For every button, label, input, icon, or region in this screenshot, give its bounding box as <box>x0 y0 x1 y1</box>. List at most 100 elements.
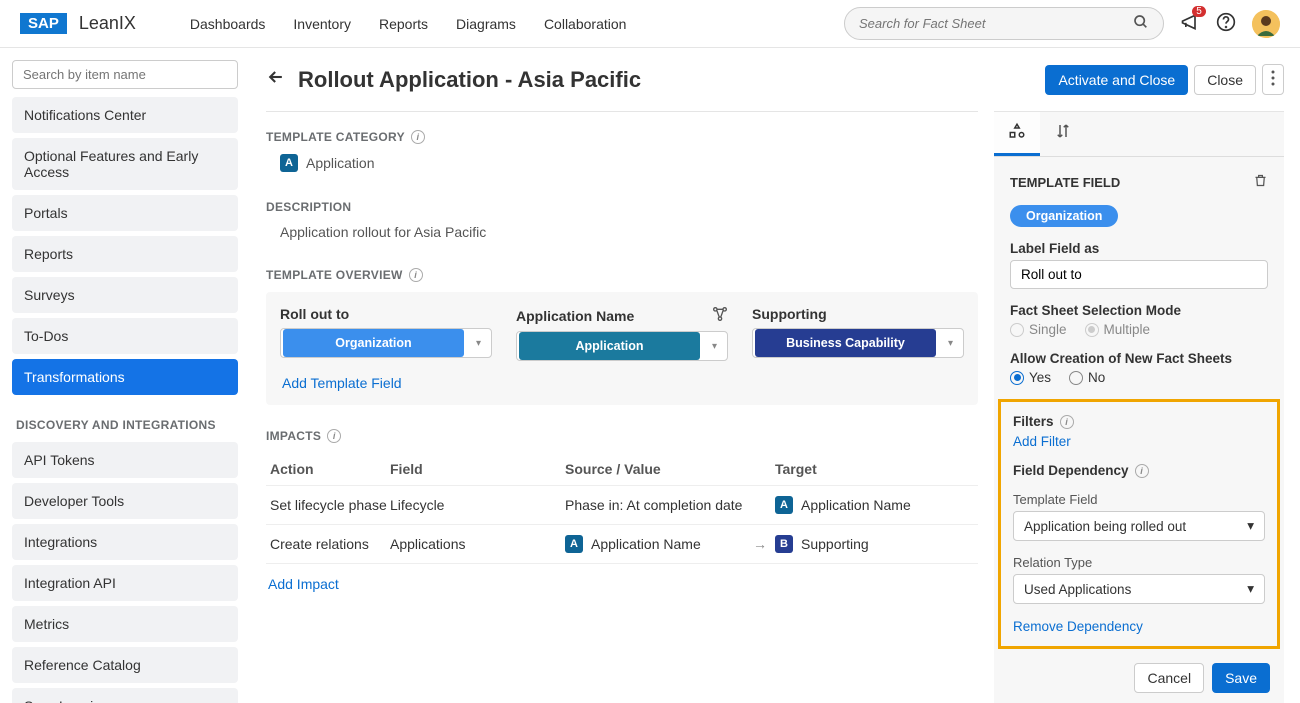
overview-col-title: Roll out to <box>280 306 349 322</box>
arrow-right-icon: → <box>745 536 775 552</box>
info-icon[interactable]: i <box>411 130 425 144</box>
sidebar-item[interactable]: Developer Tools <box>12 483 238 519</box>
field-dependency-label: Field Dependency i <box>1013 463 1265 478</box>
nav-reports[interactable]: Reports <box>379 16 428 32</box>
add-filter-link[interactable]: Add Filter <box>1013 434 1071 449</box>
logo[interactable]: SAP LeanIX <box>20 13 136 34</box>
sidebar-item[interactable]: Reference Catalog <box>12 647 238 683</box>
sidebar-item[interactable]: API Tokens <box>12 442 238 478</box>
impacts-header-action: Action <box>270 461 390 477</box>
label-field-as-label: Label Field as <box>1010 241 1268 256</box>
delete-icon[interactable] <box>1253 173 1268 191</box>
overview-select-organization[interactable]: Organization ▾ <box>280 328 492 358</box>
badge-a-icon: A <box>565 535 583 553</box>
template-overview-label: TEMPLATE OVERVIEW i <box>266 268 978 282</box>
highlighted-section: Filters i Add Filter Field Dependency i <box>998 399 1280 649</box>
template-category-value: A Application <box>280 154 978 172</box>
impacts-table: Action Field Source / Value Target Set l… <box>266 453 978 564</box>
add-template-field-link[interactable]: Add Template Field <box>282 375 402 391</box>
info-icon[interactable]: i <box>327 429 341 443</box>
sidebar-item[interactable]: Integrations <box>12 524 238 560</box>
remove-dependency-link[interactable]: Remove Dependency <box>1013 619 1143 634</box>
chevron-down-icon: ▾ <box>1247 581 1254 597</box>
sidebar-item[interactable]: Portals <box>12 195 238 231</box>
search-input[interactable] <box>859 16 1133 31</box>
badge-a-icon: A <box>280 154 298 172</box>
impacts-row[interactable]: Create relations Applications A Applicat… <box>266 524 978 564</box>
badge-b-icon: B <box>775 535 793 553</box>
primary-nav: Dashboards Inventory Reports Diagrams Co… <box>190 16 627 32</box>
user-avatar[interactable] <box>1252 10 1280 38</box>
chevron-down-icon: ▾ <box>938 338 963 349</box>
logo-sap: SAP <box>20 13 67 34</box>
impacts-header-field: Field <box>390 461 565 477</box>
sidebar-item[interactable]: Reports <box>12 236 238 272</box>
global-search[interactable] <box>844 7 1164 40</box>
sidebar-item[interactable]: Integration API <box>12 565 238 601</box>
sidebar-item[interactable]: Metrics <box>12 606 238 642</box>
chevron-down-icon: ▾ <box>1247 518 1254 534</box>
selection-mode-label: Fact Sheet Selection Mode <box>1010 303 1268 318</box>
impacts-header-source: Source / Value <box>565 461 745 477</box>
template-category-label: TEMPLATE CATEGORY i <box>266 130 978 144</box>
sidebar-item[interactable]: To-Dos <box>12 318 238 354</box>
sidebar-item[interactable]: Surveys <box>12 277 238 313</box>
logo-product: LeanIX <box>79 13 136 34</box>
help-icon[interactable] <box>1216 12 1236 35</box>
radio-yes[interactable]: Yes <box>1010 370 1051 385</box>
announcements-icon[interactable]: 5 <box>1180 12 1200 35</box>
search-icon[interactable] <box>1133 14 1149 33</box>
sidebar-item[interactable]: Sync Logging <box>12 688 238 703</box>
label-field-input[interactable] <box>1010 260 1268 289</box>
template-field-sublabel: Template Field <box>1013 492 1265 507</box>
badge-a-icon: A <box>775 496 793 514</box>
sidebar-heading: DISCOVERY AND INTEGRATIONS <box>12 400 238 442</box>
overview-col-title: Application Name <box>516 308 634 324</box>
more-actions-button[interactable] <box>1262 64 1284 95</box>
radio-icon <box>1010 323 1024 337</box>
cancel-button[interactable]: Cancel <box>1134 663 1204 693</box>
sidebar-search[interactable] <box>12 60 238 89</box>
filters-label: Filters i <box>1013 414 1265 429</box>
radio-no[interactable]: No <box>1069 370 1105 385</box>
nav-diagrams[interactable]: Diagrams <box>456 16 516 32</box>
info-icon[interactable]: i <box>409 268 423 282</box>
description-label: DESCRIPTION <box>266 200 978 214</box>
template-field-select[interactable]: Application being rolled out ▾ <box>1013 511 1265 541</box>
activate-close-button[interactable]: Activate and Close <box>1045 65 1188 95</box>
overview-select-business-capability[interactable]: Business Capability ▾ <box>752 328 964 358</box>
info-icon[interactable]: i <box>1060 415 1074 429</box>
back-arrow-icon[interactable] <box>266 67 286 93</box>
radio-icon <box>1069 371 1083 385</box>
close-button[interactable]: Close <box>1194 65 1256 95</box>
nav-inventory[interactable]: Inventory <box>293 16 351 32</box>
overview-col-title: Supporting <box>752 306 827 322</box>
tab-properties[interactable] <box>994 112 1040 156</box>
organization-chip: Organization <box>1010 205 1118 227</box>
template-overview-box: Roll out to Organization ▾ Application N… <box>266 292 978 405</box>
top-header: SAP LeanIX Dashboards Inventory Reports … <box>0 0 1300 48</box>
sidebar-item[interactable]: Optional Features and Early Access <box>12 138 238 190</box>
save-button[interactable]: Save <box>1212 663 1270 693</box>
relation-type-select[interactable]: Used Applications ▾ <box>1013 574 1265 604</box>
info-icon[interactable]: i <box>1135 464 1149 478</box>
network-icon[interactable] <box>712 306 728 325</box>
main-content: Rollout Application - Asia Pacific Activ… <box>250 48 1300 703</box>
impacts-label: IMPACTS i <box>266 429 978 443</box>
relation-type-sublabel: Relation Type <box>1013 555 1265 570</box>
sidebar-item-transformations[interactable]: Transformations <box>12 359 238 395</box>
overview-select-application[interactable]: Application ▾ <box>516 331 728 361</box>
tab-order[interactable] <box>1040 112 1086 156</box>
chevron-down-icon: ▾ <box>702 341 727 352</box>
notification-badge: 5 <box>1192 6 1206 17</box>
impacts-row[interactable]: Set lifecycle phase Lifecycle Phase in: … <box>266 485 978 524</box>
sidebar-item[interactable]: Notifications Center <box>12 97 238 133</box>
radio-multiple: Multiple <box>1085 322 1151 337</box>
nav-collaboration[interactable]: Collaboration <box>544 16 627 32</box>
radio-icon <box>1085 323 1099 337</box>
page-title: Rollout Application - Asia Pacific <box>298 67 1045 93</box>
left-sidebar: Notifications Center Optional Features a… <box>0 48 250 703</box>
add-impact-link[interactable]: Add Impact <box>268 576 339 592</box>
radio-single: Single <box>1010 322 1067 337</box>
nav-dashboards[interactable]: Dashboards <box>190 16 266 32</box>
